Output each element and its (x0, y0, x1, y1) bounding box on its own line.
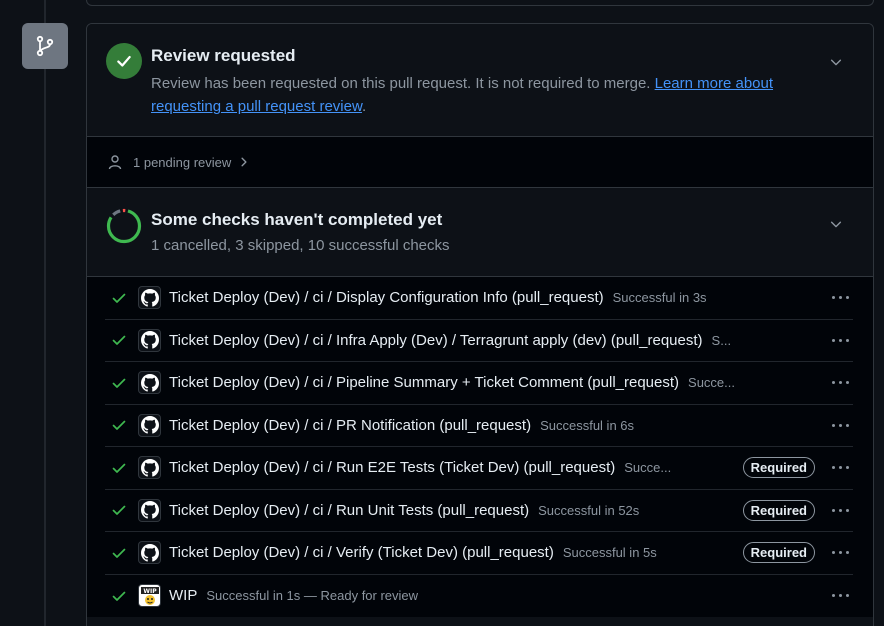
kebab-menu-icon[interactable] (827, 375, 853, 391)
github-icon (138, 413, 161, 437)
check-name[interactable]: Ticket Deploy (Dev) / ci / Infra Apply (… (169, 332, 703, 349)
merge-status-panel: Review requested Review has been request… (86, 23, 874, 626)
check-status: Successful in 1s — Ready for review (206, 588, 419, 604)
check-status: Successful in 3s (612, 290, 707, 306)
check-name[interactable]: Ticket Deploy (Dev) / ci / Display Confi… (169, 289, 604, 306)
review-description-suffix: . (361, 98, 367, 115)
github-icon (138, 498, 161, 522)
kebab-menu-icon[interactable] (827, 460, 853, 476)
check-row[interactable]: Ticket Deploy (Dev) / ci / Run E2E Tests… (105, 447, 853, 490)
check-status: Successful in 52s (538, 502, 640, 518)
check-row[interactable]: Ticket Deploy (Dev) / ci / Run Unit Test… (105, 490, 853, 532)
success-check-icon (112, 420, 126, 431)
check-name[interactable]: WIP (169, 587, 197, 604)
chevron-down-icon (830, 221, 842, 228)
success-check-icon (112, 293, 126, 303)
check-row[interactable]: Ticket Deploy (Dev) / ci / Verify (Ticke… (105, 532, 853, 575)
github-icon (138, 541, 161, 565)
pr-merge-box-page: Review requested Review has been request… (0, 0, 884, 626)
git-branch-badge (22, 23, 68, 69)
svg-text:WIP: WIP (143, 588, 157, 595)
required-badge: Required (742, 499, 815, 521)
check-status: Successful in 6s (540, 417, 635, 433)
check-icon (117, 55, 131, 67)
pending-review-label: 1 pending review (133, 154, 232, 170)
kebab-menu-icon[interactable] (827, 332, 853, 348)
kebab-menu-icon[interactable] (827, 588, 853, 604)
check-name[interactable]: Ticket Deploy (Dev) / ci / Run Unit Test… (169, 502, 529, 519)
success-check-icon (112, 335, 126, 346)
chevron-down-icon (830, 59, 842, 66)
review-description: Review has been requested on this pull r… (151, 72, 801, 118)
check-name[interactable]: Ticket Deploy (Dev) / ci / Pipeline Summ… (169, 374, 679, 391)
check-status: Successful in 5s (562, 545, 657, 561)
success-check-icon (112, 548, 126, 558)
check-name[interactable]: Ticket Deploy (Dev) / ci / PR Notificati… (169, 417, 531, 434)
github-icon (138, 328, 161, 352)
required-badge: Required (742, 457, 815, 479)
check-row[interactable]: Ticket Deploy (Dev) / ci / PR Notificati… (105, 405, 853, 447)
check-status: S... (711, 332, 732, 348)
github-icon (138, 286, 161, 310)
success-check-icon (112, 505, 126, 516)
check-row[interactable]: Ticket Deploy (Dev) / ci / Display Confi… (105, 277, 853, 320)
review-expand-button[interactable] (827, 53, 845, 71)
success-check-icon (112, 463, 126, 473)
checks-section-header: Some checks haven't completed yet 1 canc… (87, 188, 873, 277)
review-title: Review requested (151, 46, 296, 65)
checks-progress-ring-icon (106, 208, 142, 244)
check-name[interactable]: Ticket Deploy (Dev) / ci / Verify (Ticke… (169, 544, 554, 561)
check-status: Succe... (688, 375, 735, 391)
success-check-icon (112, 378, 126, 388)
github-icon (138, 371, 161, 395)
check-name[interactable]: Ticket Deploy (Dev) / ci / Run E2E Tests… (169, 459, 615, 476)
kebab-menu-icon[interactable] (827, 417, 853, 433)
timeline-line (44, 0, 46, 626)
check-row[interactable]: Ticket Deploy (Dev) / ci / Pipeline Summ… (105, 362, 853, 405)
checks-expand-button[interactable] (827, 215, 845, 233)
github-icon (138, 456, 161, 480)
check-row[interactable]: WIP WIP Successful in 1s — Ready for rev… (105, 575, 853, 618)
kebab-menu-icon[interactable] (827, 290, 853, 306)
success-check-icon (112, 591, 126, 601)
chevron-right-icon (241, 157, 247, 167)
review-description-text: Review has been requested on this pull r… (151, 75, 655, 92)
wip-app-icon: WIP (138, 584, 161, 608)
kebab-menu-icon[interactable] (827, 502, 853, 518)
checks-title: Some checks haven't completed yet (151, 210, 443, 229)
checks-list: Ticket Deploy (Dev) / ci / Display Confi… (87, 277, 873, 617)
review-requested-section: Review requested Review has been request… (87, 24, 873, 137)
check-status: Succe... (624, 460, 672, 476)
person-icon (108, 155, 122, 170)
review-status-icon (106, 43, 142, 79)
pending-review-link[interactable]: 1 pending review (87, 137, 873, 188)
check-row[interactable]: Ticket Deploy (Dev) / ci / Infra Apply (… (105, 320, 853, 362)
git-branch-icon (36, 35, 54, 57)
kebab-menu-icon[interactable] (827, 545, 853, 561)
required-badge: Required (742, 542, 815, 564)
previous-panel-edge (86, 0, 874, 6)
checks-summary: 1 cancelled, 3 skipped, 10 successful ch… (151, 237, 450, 254)
